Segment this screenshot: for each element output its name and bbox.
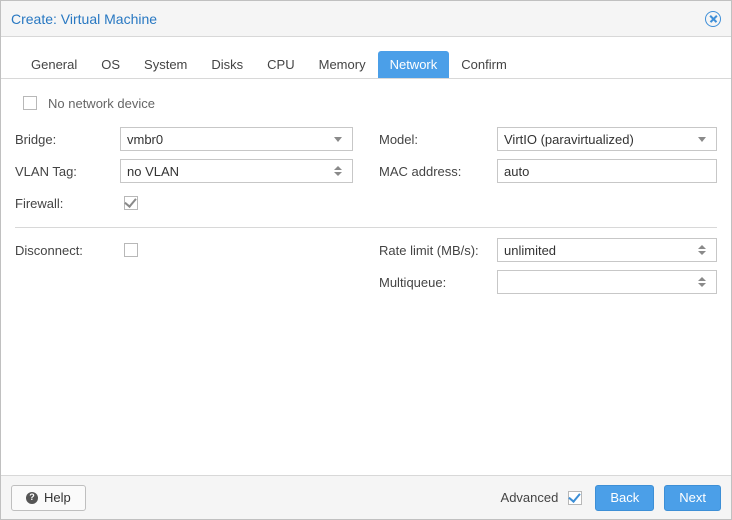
help-label: Help	[44, 490, 71, 505]
no-network-row: No network device	[15, 91, 717, 123]
mac-input[interactable]: auto	[497, 159, 717, 183]
window-title: Create: Virtual Machine	[11, 11, 705, 27]
tab-confirm[interactable]: Confirm	[449, 51, 519, 78]
no-network-label: No network device	[48, 96, 155, 111]
wizard-tabs: General OS System Disks CPU Memory Netwo…	[1, 37, 731, 79]
spinner-icon[interactable]	[694, 245, 710, 255]
advanced-label: Advanced	[501, 490, 559, 505]
vlan-spinner[interactable]: no VLAN	[120, 159, 353, 183]
tab-disks[interactable]: Disks	[199, 51, 255, 78]
disconnect-checkbox[interactable]	[124, 243, 138, 257]
spinner-icon[interactable]	[694, 277, 710, 287]
back-label: Back	[610, 490, 639, 505]
back-button[interactable]: Back	[595, 485, 654, 511]
next-button[interactable]: Next	[664, 485, 721, 511]
help-icon: ?	[26, 492, 38, 504]
bridge-value: vmbr0	[127, 132, 330, 147]
multiq-spinner[interactable]	[497, 270, 717, 294]
rate-label: Rate limit (MB/s):	[379, 243, 497, 258]
help-button[interactable]: ? Help	[11, 485, 86, 511]
rate-value: unlimited	[504, 243, 694, 258]
vlan-label: VLAN Tag:	[15, 164, 120, 179]
no-network-checkbox[interactable]	[23, 96, 37, 110]
chevron-down-icon[interactable]	[694, 137, 710, 142]
wizard-window: Create: Virtual Machine General OS Syste…	[0, 0, 732, 520]
tab-system[interactable]: System	[132, 51, 199, 78]
mac-value: auto	[504, 164, 710, 179]
tab-os[interactable]: OS	[89, 51, 132, 78]
multiq-label: Multiqueue:	[379, 275, 497, 290]
titlebar: Create: Virtual Machine	[1, 1, 731, 37]
rate-spinner[interactable]: unlimited	[497, 238, 717, 262]
model-value: VirtIO (paravirtualized)	[504, 132, 694, 147]
vlan-value: no VLAN	[127, 164, 330, 179]
bridge-label: Bridge:	[15, 132, 120, 147]
close-icon[interactable]	[705, 11, 721, 27]
advanced-toggle[interactable]: Advanced	[501, 488, 586, 508]
bridge-combo[interactable]: vmbr0	[120, 127, 353, 151]
tab-cpu[interactable]: CPU	[255, 51, 306, 78]
model-label: Model:	[379, 132, 497, 147]
tab-general[interactable]: General	[19, 51, 89, 78]
chevron-down-icon[interactable]	[330, 137, 346, 142]
divider	[15, 227, 717, 228]
firewall-checkbox[interactable]	[124, 196, 138, 210]
model-combo[interactable]: VirtIO (paravirtualized)	[497, 127, 717, 151]
mac-label: MAC address:	[379, 164, 497, 179]
footer: ? Help Advanced Back Next	[1, 475, 731, 519]
disconnect-label: Disconnect:	[15, 243, 120, 258]
tab-memory[interactable]: Memory	[307, 51, 378, 78]
next-label: Next	[679, 490, 706, 505]
spinner-icon[interactable]	[330, 166, 346, 176]
firewall-label: Firewall:	[15, 196, 120, 211]
form-content: No network device Bridge: vmbr0 VLAN Tag…	[1, 79, 731, 475]
advanced-checkbox[interactable]	[568, 491, 582, 505]
tab-network[interactable]: Network	[378, 51, 450, 78]
